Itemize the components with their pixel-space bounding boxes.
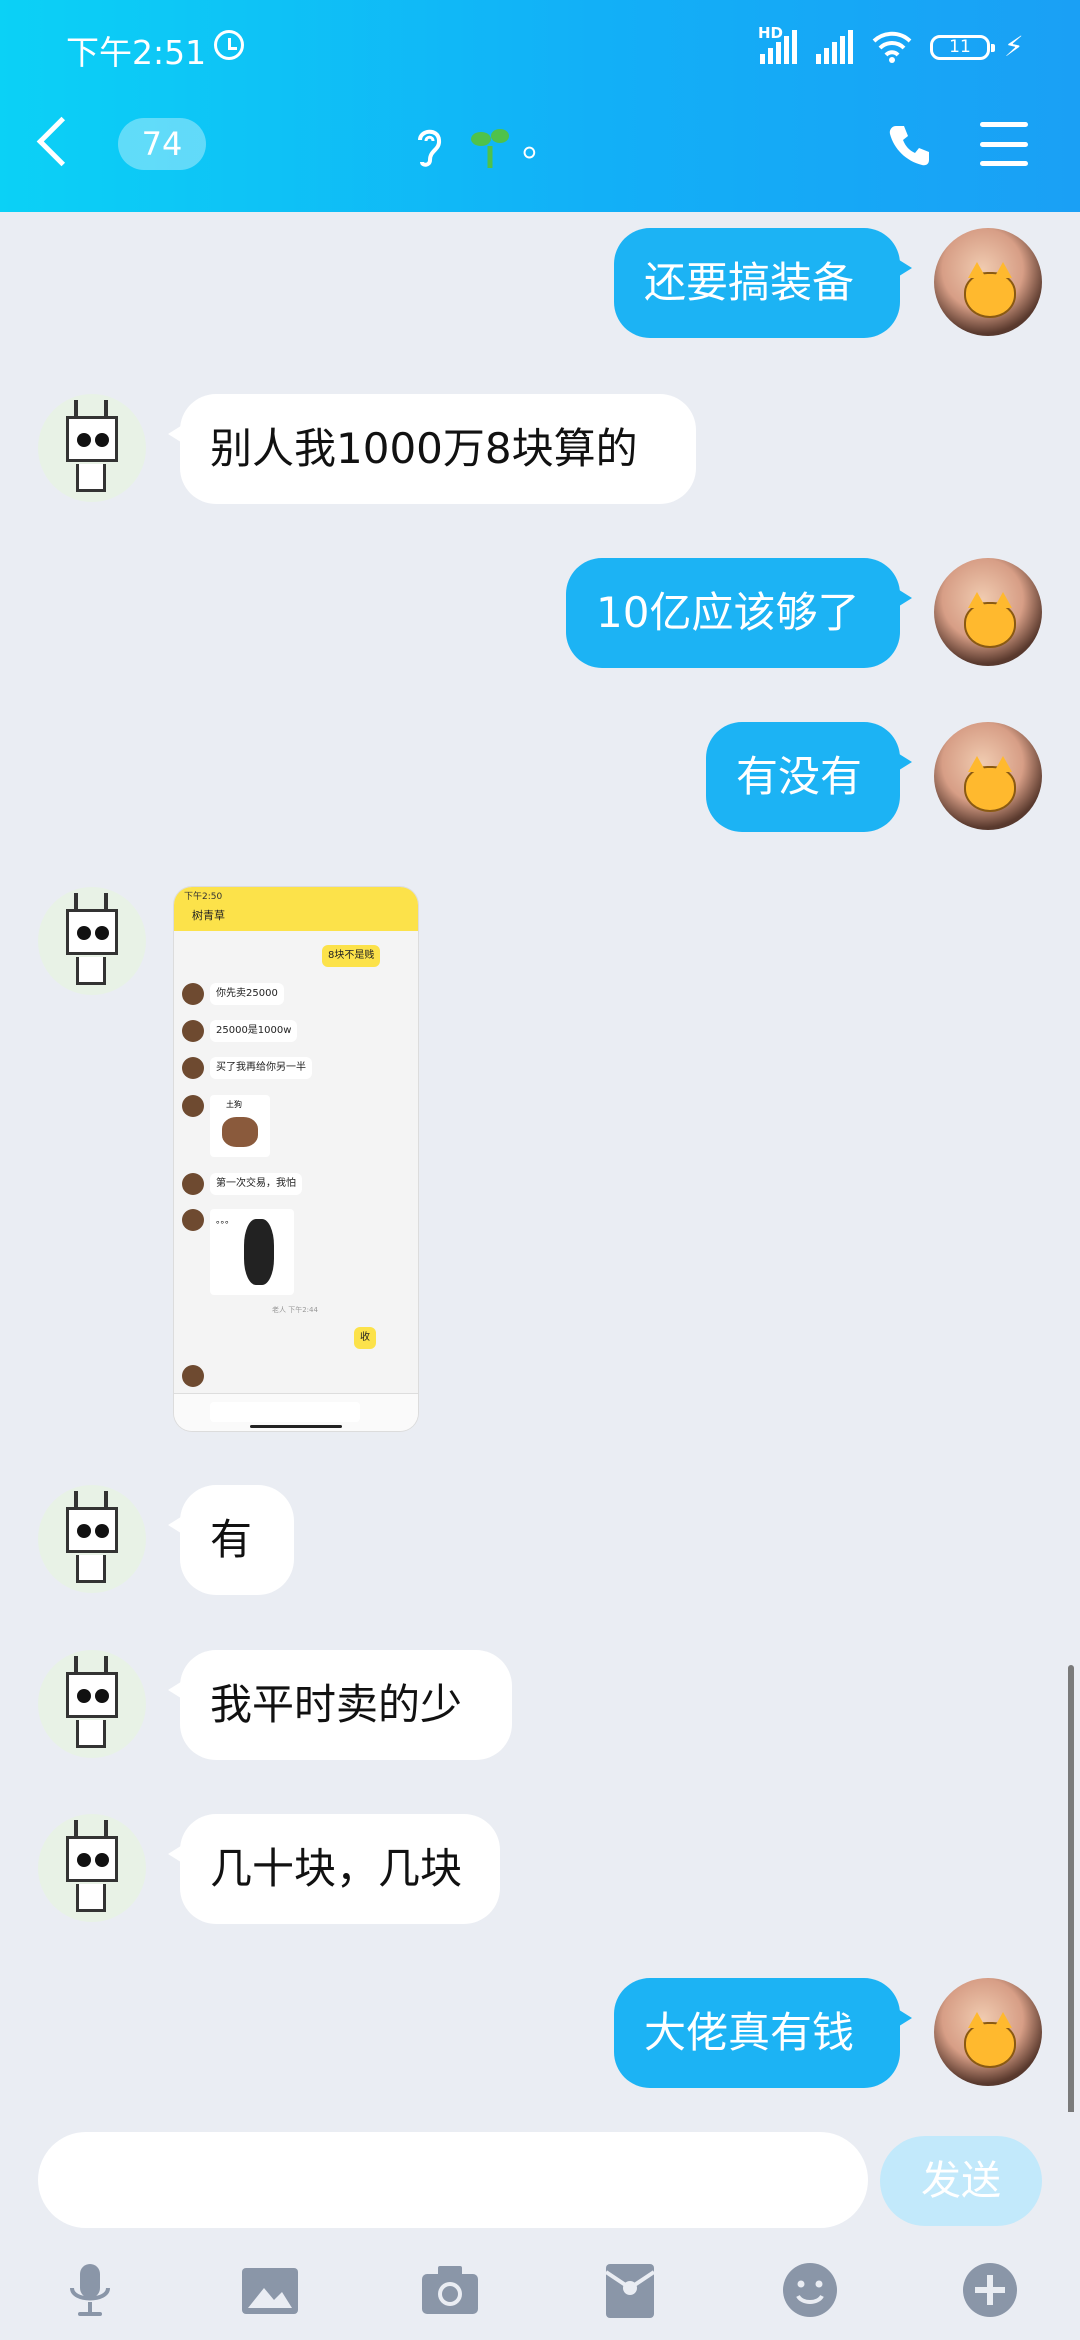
- sprout-icon: [471, 129, 509, 168]
- send-button[interactable]: 发送: [880, 2136, 1042, 2226]
- image-message[interactable]: 下午2:50 树青草 8块不是贱 你先卖25000 25000是1000w 买了…: [174, 887, 418, 1431]
- avatar-contact[interactable]: [38, 1650, 146, 1758]
- avatar-self[interactable]: [934, 228, 1042, 336]
- message-bubble-in[interactable]: 别人我1000万8块算的: [168, 394, 696, 504]
- avatar-contact[interactable]: [38, 1485, 146, 1593]
- camera-icon[interactable]: [420, 2260, 480, 2320]
- red-packet-icon[interactable]: [600, 2260, 660, 2320]
- embedded-bubble-in: 第一次交易，我怕: [210, 1173, 302, 1195]
- embedded-time-label: 老人 下午2:44: [272, 1306, 318, 1314]
- signal-icon-2: [816, 28, 853, 64]
- embedded-bubble-in: 买了我再给你另一半: [210, 1057, 312, 1079]
- message-bubble-in[interactable]: 有: [168, 1485, 294, 1595]
- embedded-time: 下午2:50: [184, 892, 223, 902]
- alarm-icon: [214, 30, 244, 60]
- avatar-contact[interactable]: [38, 1814, 146, 1922]
- emoji-icon[interactable]: [780, 2260, 840, 2320]
- battery-icon: 11: [930, 35, 995, 60]
- dog-sticker: 土狗: [210, 1095, 270, 1157]
- picture-icon[interactable]: [240, 2260, 300, 2320]
- unread-badge[interactable]: 74: [118, 118, 206, 170]
- message-input[interactable]: [38, 2132, 868, 2228]
- message-bubble-out[interactable]: 大佬真有钱: [614, 1978, 912, 2088]
- avatar-self[interactable]: [934, 1978, 1042, 2086]
- rabbit-sticker: 。。。: [210, 1209, 294, 1295]
- message-bubble-out[interactable]: 有没有: [706, 722, 912, 832]
- embedded-title-bar: 下午2:50 树青草: [174, 887, 418, 931]
- embedded-title: 树青草: [192, 909, 225, 922]
- message-bubble-in[interactable]: 几十块，几块: [168, 1814, 500, 1924]
- embedded-bubble-out: 收: [354, 1327, 376, 1349]
- message-bubble-out[interactable]: 还要搞装备: [614, 228, 912, 338]
- chat-scrollbar[interactable]: [1068, 1665, 1074, 2115]
- avatar-self[interactable]: [934, 558, 1042, 666]
- embedded-bubble-in: 25000是1000w: [210, 1020, 298, 1042]
- avatar-self[interactable]: [934, 722, 1042, 830]
- chat-area[interactable]: 还要搞装备 别人我1000万8块算的 10亿应该够了 有没有 下午2:50 树青…: [0, 212, 1080, 2112]
- charging-icon: ⚡: [1004, 30, 1024, 63]
- status-time: 下午2:51: [66, 33, 207, 72]
- wifi-icon: [872, 31, 912, 63]
- mic-icon[interactable]: [60, 2260, 120, 2320]
- embedded-bubble-in: 你先卖25000: [210, 983, 284, 1005]
- message-bubble-out[interactable]: 10亿应该够了: [566, 558, 912, 668]
- message-bubble-in[interactable]: 我平时卖的少: [168, 1650, 512, 1760]
- signal-icon: [760, 28, 797, 64]
- avatar-contact[interactable]: [38, 394, 146, 502]
- menu-icon[interactable]: [980, 122, 1028, 166]
- title-bar: 下午2:51 HD 11 ⚡ 74 。: [0, 0, 1080, 212]
- chat-title: 。: [522, 121, 561, 165]
- phone-icon[interactable]: [884, 120, 934, 170]
- back-icon[interactable]: [36, 116, 87, 167]
- earpiece-icon: [418, 129, 442, 167]
- plus-icon[interactable]: [960, 2260, 1020, 2320]
- input-bar: 发送: [0, 2112, 1080, 2340]
- avatar-contact[interactable]: [38, 887, 146, 995]
- embedded-bubble-out: 8块不是贱: [322, 945, 381, 967]
